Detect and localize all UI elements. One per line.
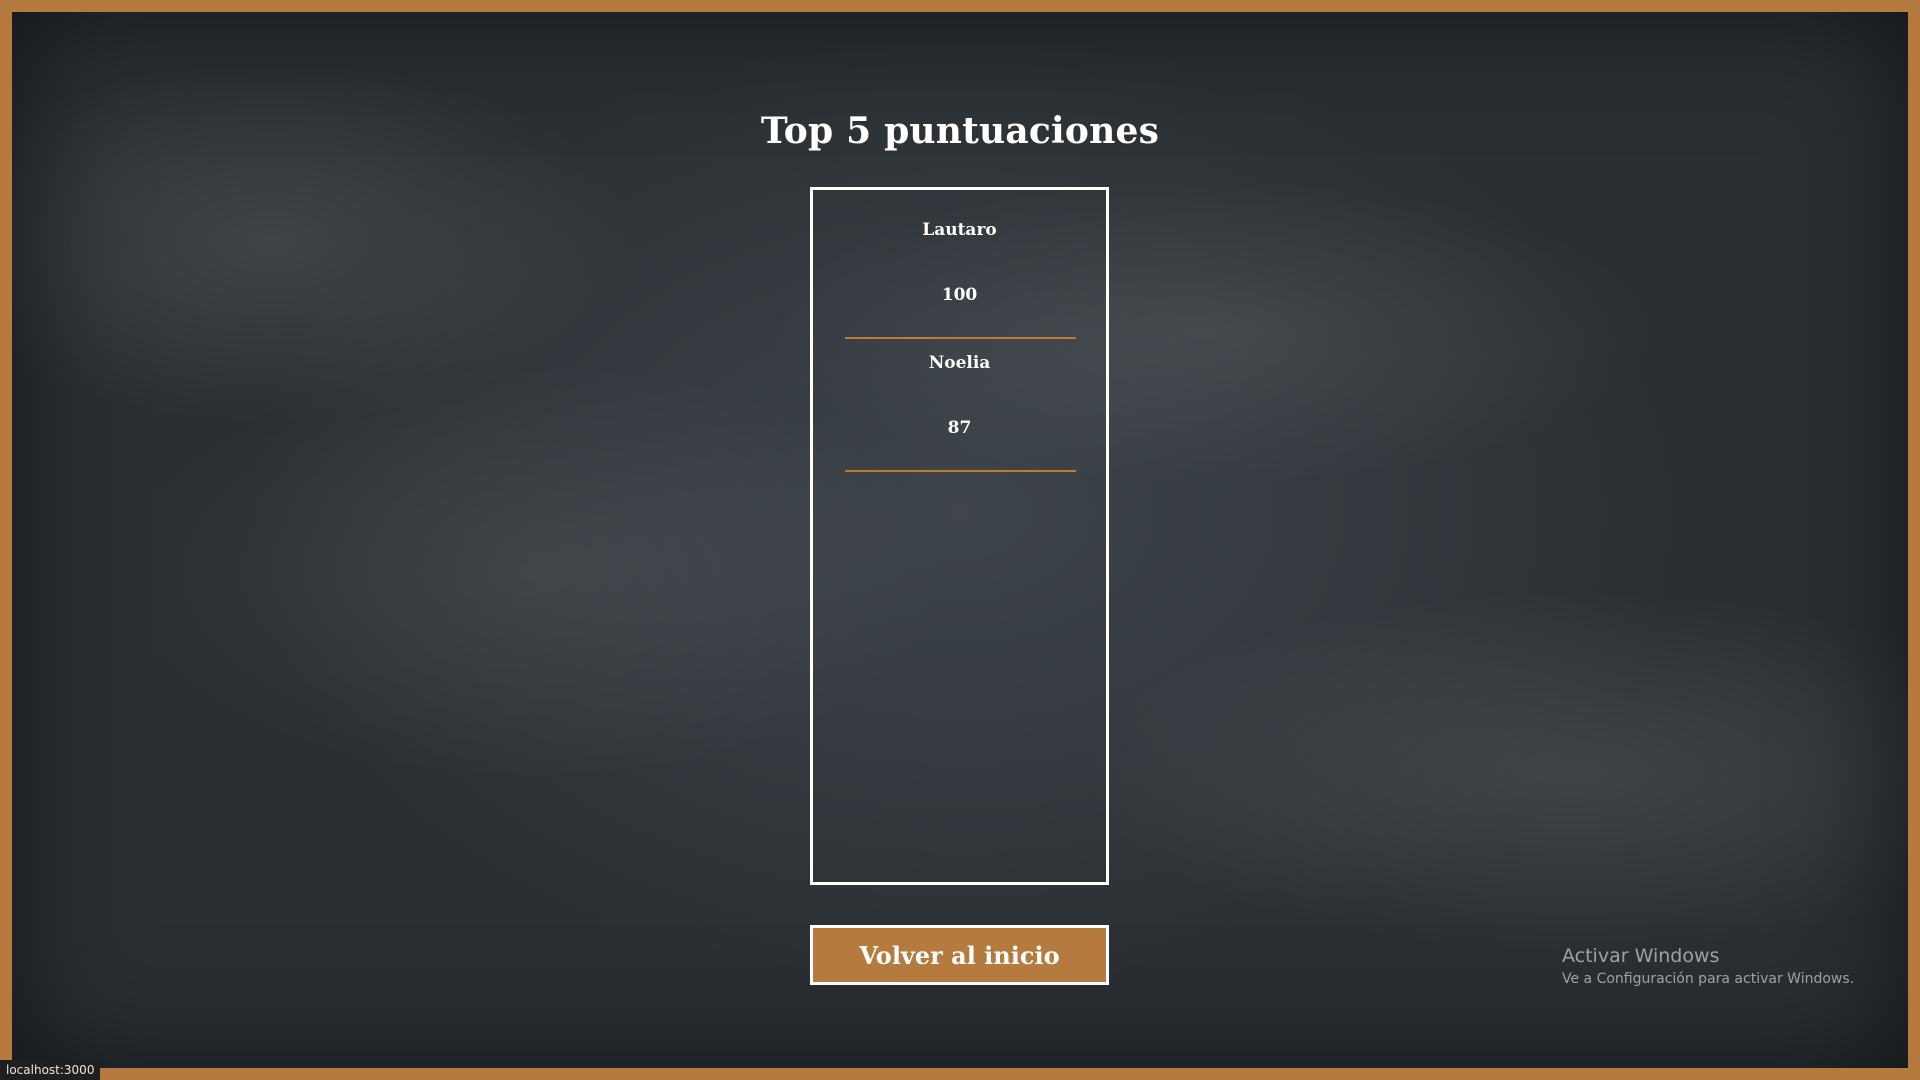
score-player-name: Lautaro (922, 220, 997, 240)
back-to-home-button[interactable]: Volver al inicio (810, 925, 1109, 985)
score-divider (845, 470, 1076, 472)
browser-status-url: localhost:3000 (0, 1060, 101, 1080)
score-divider (845, 337, 1076, 339)
windows-activation-watermark: Activar Windows Ve a Configuración para … (1562, 945, 1854, 987)
score-points: 87 (947, 418, 972, 438)
watermark-title: Activar Windows (1562, 945, 1720, 967)
score-player-name: Noelia (928, 353, 991, 373)
watermark-subtitle: Ve a Configuración para activar Windows. (1562, 971, 1855, 987)
page-title: Top 5 puntuaciones (760, 110, 1160, 152)
score-points: 100 (941, 285, 978, 305)
scores-panel: Lautaro 100 Noelia 87 (810, 187, 1109, 885)
